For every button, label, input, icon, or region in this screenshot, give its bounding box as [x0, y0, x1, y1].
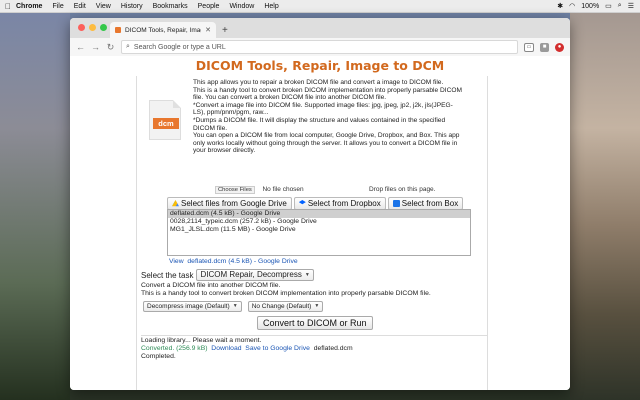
page-fold-icon — [173, 100, 181, 108]
list-item[interactable]: 0028,2114_typeic.dcm (257.2 kB) - Google… — [168, 218, 470, 226]
menu-view[interactable]: View — [96, 3, 111, 10]
tab-strip: DICOM Tools, Repair, Image to ✕ + — [70, 18, 570, 38]
task-select[interactable]: DICOM Repair, Decompress ▼ — [196, 269, 314, 281]
output-filename: deflated.dcm — [313, 344, 353, 352]
address-bar[interactable]: ⌕ Search Google or type a URL — [121, 40, 518, 54]
bluetooth-icon[interactable]: ✱ — [557, 2, 563, 10]
chevron-down-icon: ▼ — [232, 303, 238, 309]
desc-line: You can open a DICOM file from local com… — [193, 132, 460, 140]
log-completed: Completed. — [141, 352, 176, 360]
search-icon: ⌕ — [126, 43, 130, 50]
desc-line: This is a handy tool to convert broken D… — [193, 86, 462, 94]
desktop-wallpaper-left — [0, 12, 70, 400]
wifi-icon[interactable]: ◠ — [569, 2, 575, 10]
desc-line: your browser directly. — [193, 147, 256, 155]
notification-center-icon[interactable]: ☰ — [628, 2, 634, 10]
dropbox-icon — [298, 200, 306, 205]
menu-file[interactable]: File — [52, 3, 63, 10]
desc-line: file. You can convert a broken DICOM fil… — [193, 94, 387, 102]
task-description: Convert a DICOM file into another DICOM … — [141, 282, 431, 298]
view-file-line: View deflated.dcm (4.5 kB) - Google Driv… — [169, 258, 298, 265]
forward-arrow-icon[interactable]: → — [91, 42, 100, 52]
dropbox-button-label: Select from Dropbox — [307, 199, 381, 208]
list-item[interactable]: MG1_JLSL.dcm (11.5 MB) - Google Drive — [168, 226, 470, 234]
close-tab-icon[interactable]: ✕ — [205, 26, 211, 34]
desc-line: only works locally without going through… — [193, 139, 458, 147]
desc-line: LS), ppm/pnm/pgm, raw... — [193, 109, 269, 117]
log-converted: Converted. (256.9 kB) — [141, 344, 208, 352]
change-select-value: No Change (Default) — [251, 303, 312, 310]
menu-history[interactable]: History — [121, 3, 143, 10]
reload-icon[interactable]: ↻ — [106, 42, 115, 53]
view-file-text[interactable]: deflated.dcm (4.5 kB) - Google Drive — [187, 258, 297, 265]
extension-red-icon[interactable]: ● — [555, 42, 564, 52]
drop-hint: Drop files on this page. — [369, 186, 436, 193]
view-link[interactable]: View — [169, 258, 184, 265]
browser-window: DICOM Tools, Repair, Image to ✕ + ← → ↻ … — [70, 18, 570, 390]
options-row: Decompress image (Default) ▼ No Change (… — [143, 301, 324, 312]
desc-line: DICOM file. — [193, 124, 228, 132]
chevron-down-icon: ▼ — [304, 272, 310, 278]
minimize-window-button[interactable] — [89, 24, 96, 31]
menu-bookmarks[interactable]: Bookmarks — [153, 3, 188, 10]
file-list[interactable]: deflated.dcm (4.5 kB) - Google Drive 002… — [167, 209, 471, 256]
download-link[interactable]: Download — [211, 345, 241, 352]
log-converted-line: Converted. (256.9 kB) Download Save to G… — [141, 345, 487, 353]
box-icon — [392, 200, 400, 207]
save-to-drive-link[interactable]: Save to Google Drive — [245, 345, 310, 352]
dcm-file-logo: dcm — [149, 100, 181, 140]
mac-menu-bar:  Chrome File Edit View History Bookmark… — [0, 0, 640, 13]
page-content: DICOM Tools, Repair, Image to DCM dcm Th… — [70, 56, 570, 390]
box-button-label: Select from Box — [401, 199, 459, 208]
decompress-select[interactable]: Decompress image (Default) ▼ — [143, 301, 242, 312]
desc-line: *Convert a image file into DICOM file. S… — [193, 101, 453, 109]
close-window-button[interactable] — [78, 24, 85, 31]
tab-title: DICOM Tools, Repair, Image to — [125, 26, 201, 34]
task-desc-line: This is a handy tool to convert broken D… — [141, 290, 431, 297]
chevron-down-icon: ▼ — [314, 303, 320, 309]
task-select-value: DICOM Repair, Decompress — [200, 270, 302, 279]
menu-status-area: ✱ ◠ 100% ▭ ⌕ ☰ — [557, 2, 640, 10]
decompress-select-value: Decompress image (Default) — [147, 303, 230, 310]
spotlight-icon[interactable]: ⌕ — [618, 2, 622, 10]
desc-line: *Dumps a DICOM file. It will display the… — [193, 116, 446, 124]
battery-percent: 100% — [581, 2, 600, 10]
desc-line: This app allows you to repair a broken D… — [193, 79, 444, 86]
output-log: Loading library... Please wait a moment.… — [141, 335, 487, 390]
menu-people[interactable]: People — [198, 3, 220, 10]
tab-dicom-tools[interactable]: DICOM Tools, Repair, Image to ✕ — [110, 22, 216, 38]
task-label: Select the task — [141, 270, 194, 280]
dcm-label: dcm — [153, 118, 179, 129]
cast-icon[interactable]: ▭ — [524, 42, 534, 52]
menu-app-name[interactable]: Chrome — [16, 3, 42, 10]
extension-icon[interactable]: ■ — [540, 42, 549, 52]
new-tab-button[interactable]: + — [222, 25, 228, 36]
app-description: This app allows you to repair a broken D… — [193, 79, 477, 155]
address-placeholder: Search Google or type a URL — [133, 43, 226, 51]
choose-files-button[interactable]: Choose Files — [215, 186, 255, 194]
zoom-window-button[interactable] — [100, 24, 107, 31]
back-arrow-icon[interactable]: ← — [76, 42, 85, 52]
google-drive-icon — [172, 200, 179, 207]
task-desc-line: Convert a DICOM file into another DICOM … — [141, 282, 281, 289]
no-file-chosen-text: No file chosen — [262, 186, 304, 193]
desktop-wallpaper-right — [570, 12, 640, 400]
battery-icon[interactable]: ▭ — [605, 2, 612, 10]
menu-edit[interactable]: Edit — [74, 3, 86, 10]
window-controls — [78, 24, 107, 31]
list-item[interactable]: deflated.dcm (4.5 kB) - Google Drive — [168, 210, 470, 218]
browser-toolbar: ← → ↻ ⌕ Search Google or type a URL ▭ ■ … — [70, 38, 570, 57]
gdrive-button-label: Select files from Google Drive — [181, 199, 287, 208]
convert-button[interactable]: Convert to DICOM or Run — [257, 316, 373, 330]
app-panel: dcm This app allows you to repair a brok… — [136, 76, 488, 390]
page-title: DICOM Tools, Repair, Image to DCM — [195, 58, 445, 73]
apple-icon[interactable]:  — [0, 2, 16, 11]
menu-help[interactable]: Help — [264, 3, 278, 10]
task-selector-row: Select the task DICOM Repair, Decompress… — [141, 269, 314, 281]
favicon-icon — [115, 27, 121, 33]
log-loading: Loading library... Please wait a moment. — [141, 337, 262, 344]
file-chooser: Choose Files No file chosen — [215, 186, 304, 194]
change-select[interactable]: No Change (Default) ▼ — [247, 301, 324, 312]
menu-window[interactable]: Window — [229, 3, 254, 10]
